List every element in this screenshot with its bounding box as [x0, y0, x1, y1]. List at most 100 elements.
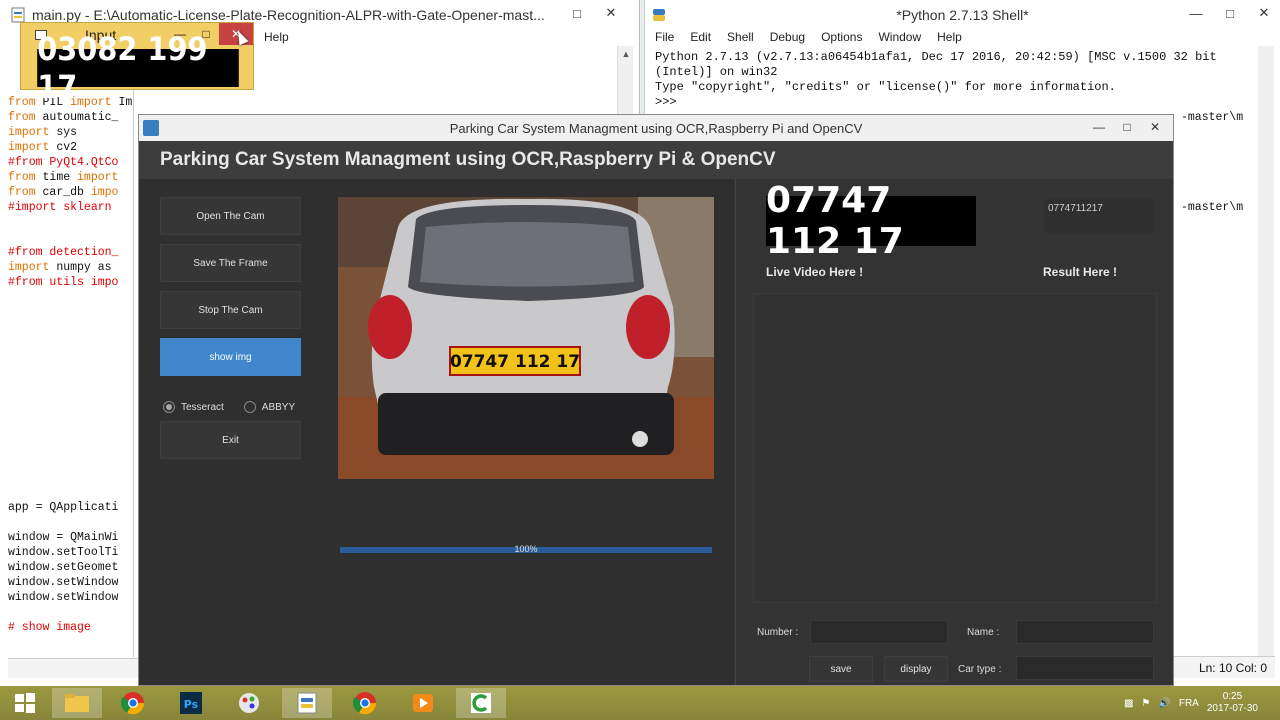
shell-prompt: >>> — [655, 95, 684, 109]
taskbar: Ps ▩ ⚑ 🔊 FRA 0:25 2017-07-30 — [0, 686, 1280, 720]
car-type-input[interactable] — [1016, 656, 1154, 680]
result-panel: 07747 112 17 0774711217 Live Video Here … — [735, 179, 1173, 685]
camtasia-taskbar-item[interactable] — [456, 688, 506, 718]
maximize-icon[interactable]: □ — [1213, 2, 1247, 24]
svg-text:Ps: Ps — [184, 698, 199, 711]
app-window-title: Parking Car System Managment using OCR,R… — [449, 120, 863, 136]
python-taskbar-item[interactable] — [282, 688, 332, 718]
paint-icon — [239, 693, 259, 713]
paint-taskbar-item[interactable] — [224, 688, 274, 718]
menu-options[interactable]: Options — [821, 30, 862, 48]
app-window-controls: — □ ✕ — [1087, 117, 1167, 137]
media-player-icon — [413, 694, 433, 712]
code-line: import sys — [8, 126, 78, 139]
code-line: #from detection_ — [8, 246, 119, 259]
code-line: #from PyQt4.QtCo — [8, 156, 119, 169]
minimize-icon[interactable]: — — [1087, 117, 1111, 137]
maximize-icon[interactable]: □ — [1115, 117, 1139, 137]
python-file-icon — [11, 7, 25, 23]
speaker-icon[interactable]: 🔊 — [1158, 698, 1170, 709]
car-rear-photo: 07747 112 17 — [338, 197, 714, 479]
code-editor[interactable]: from PIL import Image from autoumatic_ i… — [8, 50, 134, 657]
code-line: window.setWindow — [8, 576, 119, 589]
close-icon[interactable]: ✕ — [1143, 117, 1167, 137]
number-input[interactable] — [810, 620, 948, 644]
flag-icon[interactable]: ⚑ — [1141, 698, 1150, 709]
language-indicator[interactable]: FRA — [1179, 698, 1199, 709]
python-icon — [297, 692, 317, 714]
folder-icon — [65, 694, 89, 712]
input-window: Input — □ ✕ 03082 199 17 — [20, 22, 254, 106]
menu-file[interactable]: File — [655, 30, 674, 48]
plate-crop-image: 07747 112 17 — [766, 180, 976, 262]
chrome-taskbar-item[interactable] — [108, 688, 158, 718]
cursor-position: Ln: 10 Col: 0 — [1198, 661, 1267, 675]
progress-label: 100% — [514, 544, 538, 554]
clock[interactable]: 0:25 2017-07-30 — [1207, 691, 1258, 715]
editor-window-controls: □ ✕ — [560, 2, 628, 24]
menu-help[interactable]: Help — [937, 30, 962, 48]
menu-edit[interactable]: Edit — [690, 30, 711, 48]
input-plate-image: 03082 199 17 — [37, 30, 239, 106]
shell-path-fragment: -master\m — [1181, 111, 1244, 124]
app-icon — [143, 120, 159, 136]
maximize-icon[interactable]: □ — [560, 2, 594, 24]
code-line: #import sklearn — [8, 201, 112, 214]
code-line: window.setGeomet — [8, 561, 119, 574]
shell-line: Type "copyright", "credits" or "license(… — [655, 80, 1116, 94]
code-line: window.setWindow — [8, 591, 119, 604]
menu-window[interactable]: Window — [878, 30, 921, 48]
code-line: from time import — [8, 171, 119, 184]
open-cam-button[interactable]: Open The Cam — [160, 197, 301, 235]
shell-scrollbar[interactable] — [1258, 46, 1274, 656]
app-titlebar[interactable]: Parking Car System Managment using OCR,R… — [139, 115, 1173, 141]
file-explorer-taskbar-item[interactable] — [52, 688, 102, 718]
abbyy-label: ABBYY — [261, 401, 296, 413]
save-frame-button[interactable]: Save The Frame — [160, 244, 301, 282]
name-input[interactable] — [1016, 620, 1154, 644]
menu-shell[interactable]: Shell — [727, 30, 754, 48]
control-panel: Open The Cam Save The Frame Stop The Cam… — [139, 179, 734, 685]
app-header-title: Parking Car System Managment using OCR,R… — [139, 141, 1173, 179]
menu-debug[interactable]: Debug — [770, 30, 805, 48]
system-tray: ▩ ⚑ 🔊 FRA 0:25 2017-07-30 — [1124, 686, 1280, 720]
code-line: window.setToolTi — [8, 546, 119, 559]
windows-logo-icon — [15, 693, 35, 713]
python-icon — [653, 9, 665, 21]
abbyy-radio[interactable] — [243, 401, 256, 413]
parking-app-window: Parking Car System Managment using OCR,R… — [138, 114, 1174, 686]
save-button[interactable]: save — [809, 656, 873, 682]
minimize-icon[interactable]: — — [1179, 2, 1213, 24]
editor-title: main.py - E:\Automatic-License-Plate-Rec… — [32, 7, 545, 23]
camera-frame-image: 07747 112 17 — [338, 197, 714, 479]
menu-help[interactable]: Help — [264, 30, 289, 48]
result-text-box[interactable]: 0774711217 — [1044, 199, 1154, 233]
photoshop-icon: Ps — [180, 692, 202, 714]
start-button[interactable] — [0, 688, 50, 718]
network-icon[interactable]: ▩ — [1124, 698, 1133, 709]
clock-date: 2017-07-30 — [1206, 703, 1258, 714]
display-button[interactable]: display — [884, 656, 948, 682]
chrome-icon — [121, 692, 145, 715]
shell-line: Python 2.7.13 (v2.7.13:a06454b1afa1, Dec… — [655, 50, 1217, 64]
chrome-taskbar-item-2[interactable] — [340, 688, 390, 718]
code-line: #from utils impo — [8, 276, 119, 289]
photoshop-taskbar-item[interactable]: Ps — [166, 688, 216, 718]
code-line: import numpy as — [8, 261, 112, 274]
exit-button[interactable]: Exit — [160, 421, 301, 459]
close-icon[interactable]: ✕ — [1247, 2, 1280, 24]
close-icon[interactable]: ✕ — [594, 2, 628, 24]
shell-line: (Intel)] on win32 — [655, 65, 778, 79]
media-player-taskbar-item[interactable] — [398, 688, 448, 718]
scroll-up-icon[interactable]: ▲ — [618, 46, 634, 62]
car-type-label: Car type : — [958, 664, 1002, 675]
number-label: Number : — [757, 627, 799, 638]
shell-path-fragment: -master\m — [1181, 201, 1244, 214]
code-line: # show image — [8, 621, 91, 634]
code-line: from autoumatic_ — [8, 111, 119, 124]
shell-output[interactable]: Python 2.7.13 (v2.7.13:a06454b1afa1, Dec… — [655, 50, 1255, 110]
photo-plate-text: 07747 112 17 — [450, 352, 580, 372]
show-img-button[interactable]: show img — [160, 338, 301, 376]
tesseract-radio[interactable] — [163, 401, 175, 413]
stop-cam-button[interactable]: Stop The Cam — [160, 291, 301, 329]
